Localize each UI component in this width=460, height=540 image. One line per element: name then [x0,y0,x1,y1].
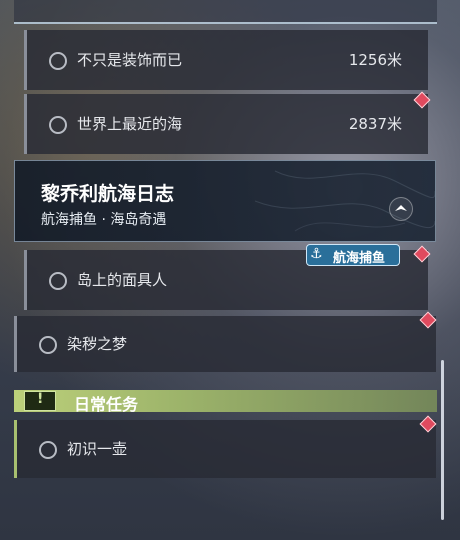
daily-tasks-label: 日常任务 [74,395,139,414]
quest-item[interactable]: 不只是装饰而已 1256米 [24,30,428,90]
daily-tasks-header: ! 日常任务 [14,390,437,414]
quest-item[interactable]: 世界上最近的海 2837米 [24,94,428,154]
quest-distance: 2837米 [348,115,402,133]
quest-status-circle [49,52,67,70]
quest-chain-subtitle: 航海捕鱼 · 海岛奇遇 [41,212,167,228]
quest-status-circle [39,441,57,459]
sailing-fishing-tag: ⚓ 航海捕鱼 [306,244,400,266]
quest-status-circle [39,336,57,354]
navigate-arrow-icon[interactable] [389,197,413,221]
quest-title: 染秽之梦 [67,335,128,353]
quest-title: 初识一壶 [67,440,128,458]
quest-status-circle [49,116,67,134]
quest-title: 不只是装饰而已 [77,51,183,69]
tag-label: 航海捕鱼 [333,251,386,266]
quest-item[interactable]: 染秽之梦 [14,316,436,372]
quest-chain-title: 黎乔利航海日志 [41,183,175,205]
quest-chain-header[interactable]: 黎乔利航海日志 航海捕鱼 · 海岛奇遇 [14,160,436,242]
quest-title: 岛上的面具人 [77,271,168,289]
quest-status-circle [49,272,67,290]
quest-item[interactable]: 初识一壶 [14,420,436,478]
previous-section-strip [14,0,437,24]
exclamation-icon: ! [24,391,56,411]
anchor-icon: ⚓ [310,246,323,262]
quest-distance: 1256米 [348,51,402,69]
quest-title: 世界上最近的海 [77,115,183,133]
scrollbar[interactable] [441,360,444,520]
